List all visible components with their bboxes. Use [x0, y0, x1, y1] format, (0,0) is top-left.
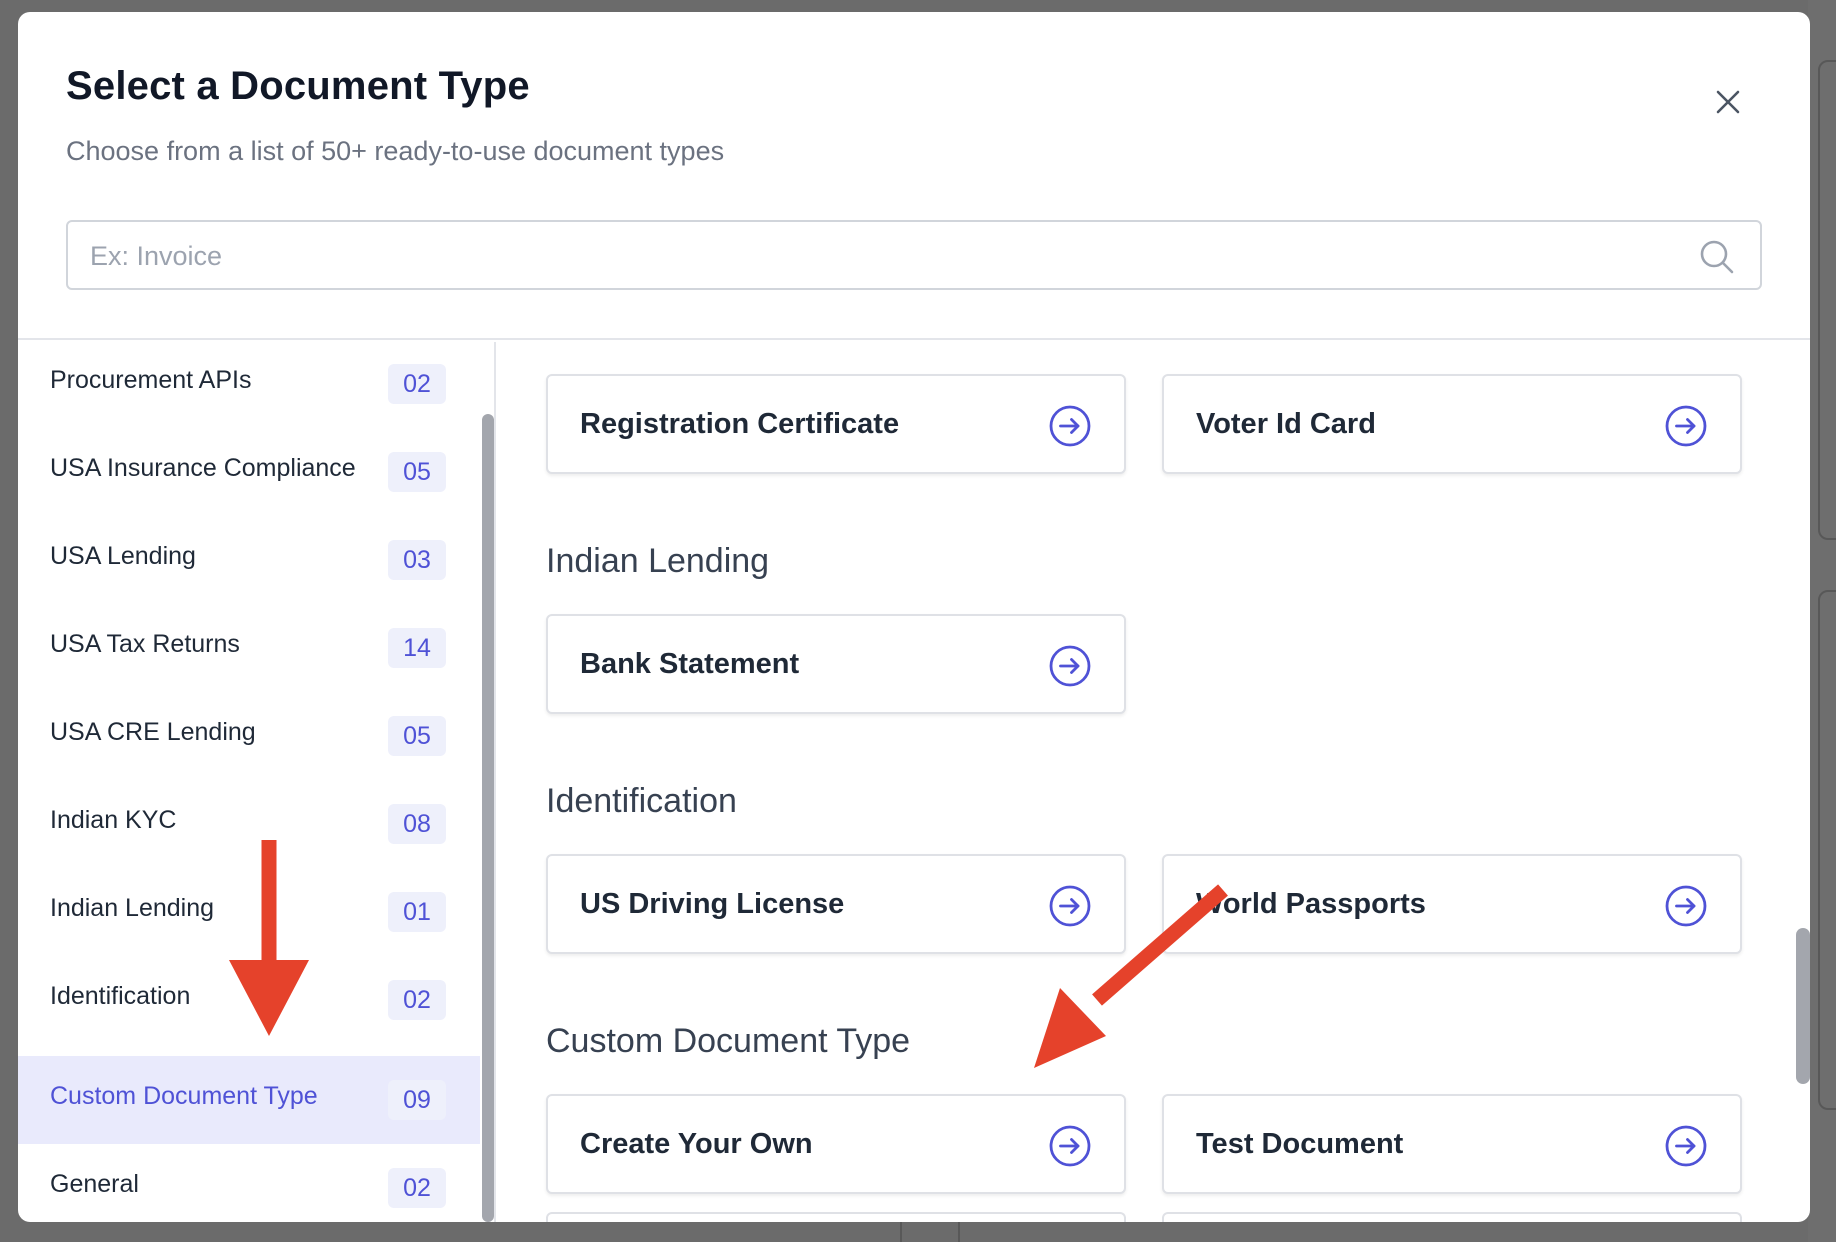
modal-title: Select a Document Type	[66, 64, 530, 108]
sidebar-item-indian-kyc[interactable]: Indian KYC 08	[18, 780, 480, 868]
modal-subtitle: Choose from a list of 50+ ready-to-use d…	[66, 136, 725, 166]
document-card-us-driving-license[interactable]: US Driving License	[546, 854, 1126, 954]
sidebar-item-identification[interactable]: Identification 02	[18, 956, 480, 1044]
search-box	[66, 220, 1762, 290]
section-title-identification: Identification	[546, 782, 737, 820]
arrow-right-circle-icon	[1665, 1125, 1707, 1167]
card-label: Registration Certificate	[580, 408, 900, 440]
sidebar-item-label: USA Insurance Compliance	[50, 454, 356, 482]
sidebar-item-label: Custom Document Type	[50, 1082, 318, 1110]
sidebar-item-count-badge: 05	[388, 716, 446, 756]
sidebar-item-label: General	[50, 1170, 139, 1198]
sidebar-item-label: USA CRE Lending	[50, 718, 256, 746]
document-type-modal: Select a Document Type Choose from a lis…	[18, 12, 1810, 1222]
sidebar-item-indian-lending[interactable]: Indian Lending 01	[18, 868, 480, 956]
document-types-panel: Registration Certificate Voter Id Card I…	[498, 342, 1810, 1222]
section-title-custom-document-type: Custom Document Type	[546, 1022, 911, 1060]
modal-header: Select a Document Type Choose from a lis…	[18, 12, 1810, 340]
sidebar-item-count-badge: 02	[388, 980, 446, 1020]
close-button[interactable]	[1706, 80, 1750, 124]
card-label: Create Your Own	[580, 1128, 813, 1160]
document-card-create-your-own[interactable]: Create Your Own	[546, 1094, 1126, 1194]
sidebar-item-label: Identification	[50, 982, 191, 1010]
sidebar-item-label: Procurement APIs	[50, 366, 252, 394]
backdrop-panel	[1818, 60, 1836, 540]
document-card-world-passports[interactable]: World Passports	[1162, 854, 1742, 954]
card-label: Voter Id Card	[1196, 408, 1376, 440]
sidebar-item-custom-document-type[interactable]: Custom Document Type 09	[18, 1056, 480, 1144]
arrow-right-circle-icon	[1665, 885, 1707, 927]
content-scrollbar-thumb[interactable]	[1796, 928, 1810, 1084]
document-card-test-document[interactable]: Test Document	[1162, 1094, 1742, 1194]
document-card-next-row-partial[interactable]	[546, 1212, 1126, 1222]
sidebar-item-usa-tax-returns[interactable]: USA Tax Returns 14	[18, 604, 480, 692]
search-icon[interactable]	[1698, 238, 1736, 276]
sidebar-item-count-badge: 14	[388, 628, 446, 668]
sidebar-item-label: USA Lending	[50, 542, 196, 570]
document-card-next-row-partial[interactable]	[1162, 1212, 1742, 1222]
search-input[interactable]	[90, 234, 1670, 278]
sidebar-item-usa-cre-lending[interactable]: USA CRE Lending 05	[18, 692, 480, 780]
sidebar-item-label: USA Tax Returns	[50, 630, 240, 658]
sidebar-item-count-badge: 02	[388, 1168, 446, 1208]
sidebar-item-procurement-apis[interactable]: Procurement APIs 02	[18, 342, 480, 428]
arrow-right-circle-icon	[1049, 1125, 1091, 1167]
arrow-right-circle-icon	[1049, 885, 1091, 927]
sidebar-item-label: Indian Lending	[50, 894, 215, 922]
arrow-right-circle-icon	[1665, 405, 1707, 447]
sidebar-item-count-badge: 05	[388, 452, 446, 492]
sidebar-item-usa-lending[interactable]: USA Lending 03	[18, 516, 480, 604]
document-card-bank-statement[interactable]: Bank Statement	[546, 614, 1126, 714]
sidebar-scrollbar-thumb[interactable]	[482, 414, 494, 1222]
arrow-right-circle-icon	[1049, 645, 1091, 687]
close-icon	[1716, 90, 1740, 114]
card-label: Test Document	[1196, 1128, 1404, 1160]
sidebar-item-general[interactable]: General 02	[18, 1144, 480, 1222]
category-sidebar: Procurement APIs 02 USA Insurance Compli…	[18, 342, 496, 1222]
document-card-registration-certificate[interactable]: Registration Certificate	[546, 374, 1126, 474]
sidebar-item-count-badge: 03	[388, 540, 446, 580]
card-label: World Passports	[1196, 888, 1426, 920]
arrow-right-circle-icon	[1049, 405, 1091, 447]
sidebar-item-count-badge: 08	[388, 804, 446, 844]
backdrop-panel	[1818, 590, 1836, 1110]
sidebar-item-count-badge: 01	[388, 892, 446, 932]
document-card-voter-id-card[interactable]: Voter Id Card	[1162, 374, 1742, 474]
card-label: Bank Statement	[580, 648, 800, 680]
sidebar-item-usa-insurance-compliance[interactable]: USA Insurance Compliance 05	[18, 428, 480, 516]
sidebar-item-count-badge: 02	[388, 364, 446, 404]
card-label: US Driving License	[580, 888, 845, 920]
sidebar-item-label: Indian KYC	[50, 806, 177, 834]
section-title-indian-lending: Indian Lending	[546, 542, 770, 580]
sidebar-item-count-badge: 09	[388, 1080, 446, 1120]
